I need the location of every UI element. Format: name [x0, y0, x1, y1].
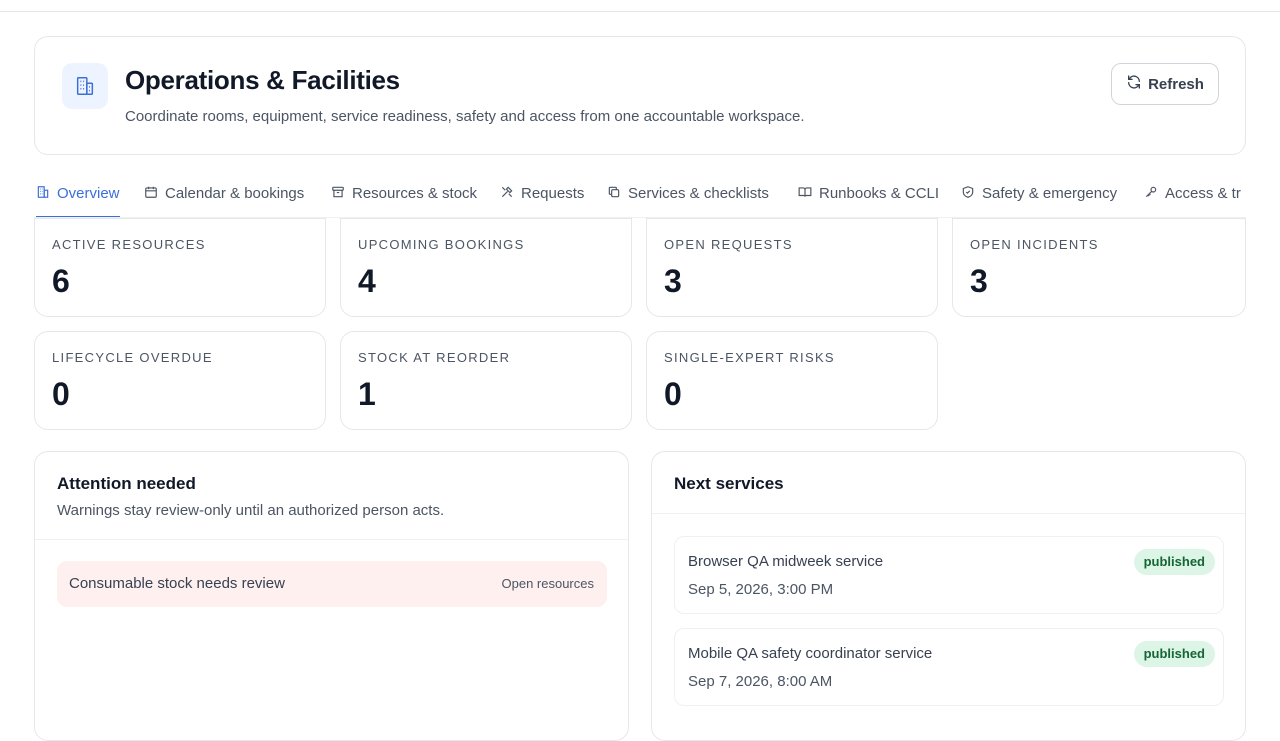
tab-label: Safety & emergency [982, 185, 1118, 202]
stat-label: UPCOMING BOOKINGS [358, 237, 525, 252]
stat-label: SINGLE-EXPERT RISKS [664, 350, 835, 365]
attention-item: Consumable stock needs review Open resou… [57, 561, 607, 607]
stat-label: OPEN REQUESTS [664, 237, 793, 252]
stat-open-requests: OPEN REQUESTS 3 [646, 218, 938, 317]
next-services-panel: Next services Browser QA midweek service… [651, 451, 1246, 741]
page-title: Operations & Facilities [125, 65, 400, 95]
open-resources-link[interactable]: Open resources [502, 576, 595, 591]
stat-value: 0 [52, 376, 70, 412]
tab-overview[interactable]: Overview [36, 170, 120, 217]
tab-label: Access & tr [1165, 185, 1241, 202]
stat-label: LIFECYCLE OVERDUE [52, 350, 213, 365]
tab-runbooks-ccli[interactable]: Runbooks & CCLI [798, 170, 939, 217]
stat-lifecycle-overdue: LIFECYCLE OVERDUE 0 [34, 331, 326, 430]
status-badge: published [1133, 549, 1215, 575]
shield-icon [961, 185, 975, 203]
stat-label: ACTIVE RESOURCES [52, 237, 206, 252]
stat-value: 4 [358, 263, 376, 299]
stat-stock-at-reorder: STOCK AT REORDER 1 [340, 331, 632, 430]
book-icon [798, 185, 812, 203]
panel-title: Next services [674, 474, 784, 493]
tab-requests[interactable]: Requests [500, 170, 584, 217]
stat-value: 1 [358, 376, 376, 412]
tab-services-checklists[interactable]: Services & checklists [607, 170, 769, 217]
service-date: Sep 7, 2026, 8:00 AM [688, 673, 833, 690]
building-icon [36, 185, 50, 203]
tab-label: Calendar & bookings [165, 185, 305, 202]
tab-bar: Overview Calendar & bookings Resources &… [34, 170, 1246, 218]
service-item[interactable]: Mobile QA safety coordinator service Sep… [674, 628, 1224, 706]
stat-value: 6 [52, 263, 70, 299]
service-item[interactable]: Browser QA midweek service Sep 5, 2026, … [674, 536, 1224, 614]
tab-label: Resources & stock [352, 185, 478, 202]
tab-resources-stock[interactable]: Resources & stock [331, 170, 477, 217]
tab-safety-emergency[interactable]: Safety & emergency [961, 170, 1117, 217]
copy-icon [607, 185, 621, 203]
stat-value: 3 [970, 263, 988, 299]
calendar-icon [144, 185, 158, 203]
stat-label: OPEN INCIDENTS [970, 237, 1099, 252]
key-icon [1144, 185, 1158, 203]
refresh-icon [1126, 74, 1142, 94]
tab-label: Requests [521, 185, 585, 202]
top-bar [0, 0, 1280, 12]
divider [35, 539, 628, 540]
service-name: Mobile QA safety coordinator service [688, 645, 933, 662]
refresh-button[interactable]: Refresh [1111, 63, 1219, 105]
status-badge: published [1133, 641, 1215, 667]
stat-value: 0 [664, 376, 682, 412]
tab-calendar-bookings[interactable]: Calendar & bookings [144, 170, 304, 217]
tab-access[interactable]: Access & tr [1144, 170, 1241, 217]
tab-label: Services & checklists [628, 185, 769, 202]
stat-active-resources: ACTIVE RESOURCES 6 [34, 218, 326, 317]
building-icon [62, 63, 108, 109]
page-subtitle: Coordinate rooms, equipment, service rea… [125, 108, 805, 125]
stat-label: STOCK AT REORDER [358, 350, 511, 365]
stat-open-incidents: OPEN INCIDENTS 3 [952, 218, 1246, 317]
archive-icon [331, 185, 345, 203]
tab-label: Overview [57, 185, 120, 202]
service-date: Sep 5, 2026, 3:00 PM [688, 581, 834, 598]
tab-label: Runbooks & CCLI [819, 185, 940, 202]
stat-single-expert-risks: SINGLE-EXPERT RISKS 0 [646, 331, 938, 430]
stat-value: 3 [664, 263, 682, 299]
panel-subtitle: Warnings stay review-only until an autho… [57, 502, 445, 519]
divider [652, 513, 1245, 514]
panel-title: Attention needed [57, 474, 196, 493]
tools-icon [500, 185, 514, 203]
page-header: Operations & Facilities Coordinate rooms… [34, 36, 1246, 155]
service-name: Browser QA midweek service [688, 553, 884, 570]
attention-panel: Attention needed Warnings stay review-on… [34, 451, 629, 741]
stat-upcoming-bookings: UPCOMING BOOKINGS 4 [340, 218, 632, 317]
refresh-label: Refresh [1148, 75, 1204, 93]
alert-text: Consumable stock needs review [69, 575, 285, 592]
